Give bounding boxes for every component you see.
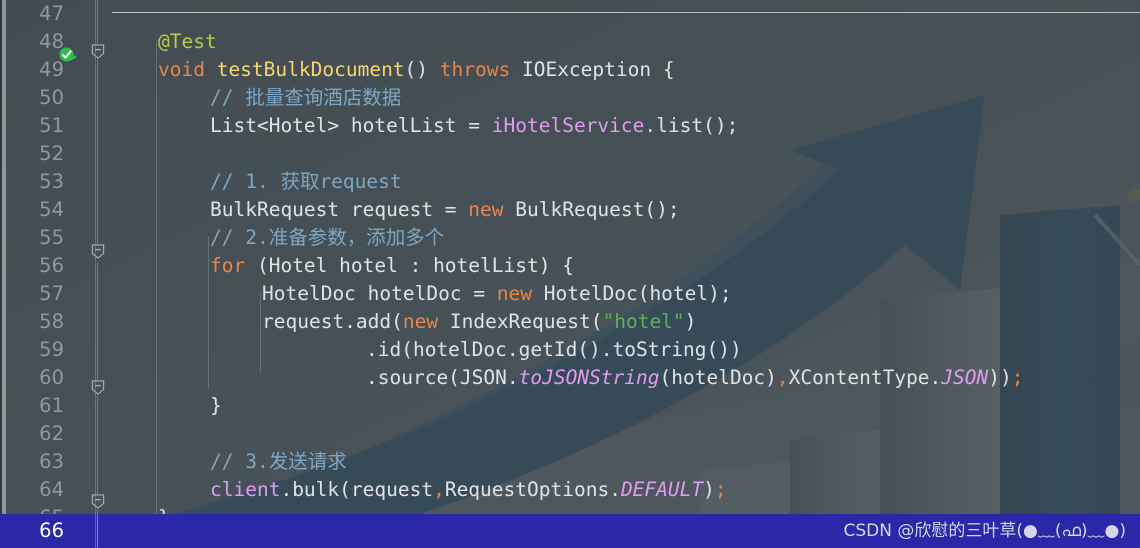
- line-number-66: 66: [39, 519, 64, 542]
- code-token: .list();: [644, 114, 739, 137]
- caret-gutter-divider: [95, 514, 96, 548]
- code-line-52[interactable]: [110, 140, 210, 168]
- gutter-line-numbers: 47484950515253545556575859606162636465: [0, 0, 110, 548]
- code-token: client: [210, 478, 281, 501]
- line-number-53: 53: [39, 170, 64, 193]
- code-token: BulkRequest();: [515, 198, 680, 221]
- line-number-63: 63: [39, 450, 64, 473]
- code-line-47[interactable]: [110, 0, 158, 28]
- code-token: RequestOptions.: [444, 478, 621, 501]
- code-token: .bulk(request: [280, 478, 434, 501]
- code-token: throws: [439, 58, 522, 81]
- code-token: HotelDoc hotelDoc =: [262, 282, 497, 305]
- line-number-52: 52: [39, 142, 64, 165]
- code-token: "hotel": [602, 310, 685, 333]
- code-token: JSON: [941, 366, 989, 389]
- code-line-61[interactable]: }: [110, 392, 222, 420]
- csdn-watermark: CSDN @欣慰的三叶草(●﹏(ഫ)﹏●): [843, 521, 1127, 541]
- code-line-54[interactable]: BulkRequest request = new BulkRequest();: [110, 196, 680, 224]
- code-token: iHotelService: [491, 114, 645, 137]
- code-token: ;: [714, 478, 727, 501]
- code-token: }: [210, 394, 222, 417]
- code-line-62[interactable]: [110, 420, 210, 448]
- code-line-51[interactable]: List<Hotel> hotelList = iHotelService.li…: [110, 112, 738, 140]
- code-text-area[interactable]: @Test void testBulkDocument() throws IOEx…: [110, 0, 1140, 548]
- code-token: IOException {: [521, 58, 675, 81]
- line-number-59: 59: [39, 338, 64, 361]
- line-number-49: 49: [39, 58, 64, 81]
- line-number-64: 64: [39, 478, 64, 501]
- code-line-57[interactable]: HotelDoc hotelDoc = new HotelDoc(hotel);: [110, 280, 732, 308]
- line-number-48: 48: [39, 30, 64, 53]
- code-token: for: [210, 254, 257, 277]
- code-token: (hotelDoc): [659, 366, 777, 389]
- line-number-55: 55: [39, 226, 64, 249]
- code-token: )): [988, 366, 1012, 389]
- code-token: ,: [433, 478, 445, 501]
- code-token: toJSONString: [518, 366, 660, 389]
- code-token: List<Hotel> hotelList =: [210, 114, 492, 137]
- code-line-59[interactable]: .id(hotelDoc.getId().toString()): [110, 336, 742, 364]
- code-token: (Hotel hotel : hotelList) {: [256, 254, 574, 277]
- code-line-63[interactable]: // 3.发送请求: [110, 448, 347, 476]
- code-token: // 2.准备参数，添加多个: [210, 226, 445, 249]
- line-number-50: 50: [39, 86, 64, 109]
- code-line-56[interactable]: for (Hotel hotel : hotelList) {: [110, 252, 574, 280]
- code-token: ): [684, 310, 697, 333]
- code-token: (): [404, 58, 440, 81]
- line-number-58: 58: [39, 310, 64, 333]
- line-number-60: 60: [39, 366, 64, 389]
- line-number-54: 54: [39, 198, 64, 221]
- method-separator-line: [112, 12, 1140, 13]
- code-token: DEFAULT: [620, 478, 704, 501]
- code-token: XContentType.: [788, 366, 942, 389]
- code-line-49[interactable]: void testBulkDocument() throws IOExcepti…: [110, 56, 675, 84]
- code-token: IndexRequest(: [449, 310, 603, 333]
- code-line-60[interactable]: .source(JSON.toJSONString(hotelDoc),XCon…: [110, 364, 1024, 392]
- line-number-62: 62: [39, 422, 64, 445]
- code-token: // 1. 获取request: [210, 170, 402, 193]
- code-token: BulkRequest request =: [210, 198, 469, 221]
- code-token: request.add(: [262, 310, 403, 333]
- code-line-64[interactable]: client.bulk(request,RequestOptions.DEFAU…: [110, 476, 727, 504]
- code-token: new: [402, 310, 450, 333]
- code-line-55[interactable]: // 2.准备参数，添加多个: [110, 224, 444, 252]
- code-token: // 批量查询酒店数据: [210, 86, 402, 109]
- line-number-57: 57: [39, 282, 64, 305]
- code-line-53[interactable]: // 1. 获取request: [110, 168, 402, 196]
- code-token: ,: [776, 366, 789, 389]
- line-number-47: 47: [39, 2, 64, 25]
- code-token: .id(hotelDoc.getId().toString()): [366, 338, 742, 361]
- code-token: .source(JSON.: [366, 366, 519, 389]
- code-token: HotelDoc(hotel);: [543, 282, 732, 305]
- code-token: // 3.发送请求: [210, 450, 347, 473]
- code-token: ;: [1011, 366, 1024, 389]
- caret-fold-rail: [97, 514, 98, 548]
- line-number-56: 56: [39, 254, 64, 277]
- code-token: new: [468, 198, 516, 221]
- line-number-51: 51: [39, 114, 64, 137]
- code-line-48[interactable]: @Test: [110, 28, 217, 56]
- code-token: @Test: [158, 30, 217, 53]
- code-line-58[interactable]: request.add(new IndexRequest("hotel"): [110, 308, 696, 336]
- code-token: testBulkDocument: [216, 58, 405, 81]
- caret-line-highlight[interactable]: 66 CSDN @欣慰的三叶草(●﹏(ഫ)﹏●): [0, 514, 1140, 548]
- line-number-61: 61: [39, 394, 64, 417]
- code-token: void: [158, 58, 217, 81]
- code-editor-window: @Test void testBulkDocument() throws IOEx…: [0, 0, 1140, 548]
- code-line-50[interactable]: // 批量查询酒店数据: [110, 84, 401, 112]
- code-token: new: [496, 282, 544, 305]
- code-token: ): [703, 478, 715, 501]
